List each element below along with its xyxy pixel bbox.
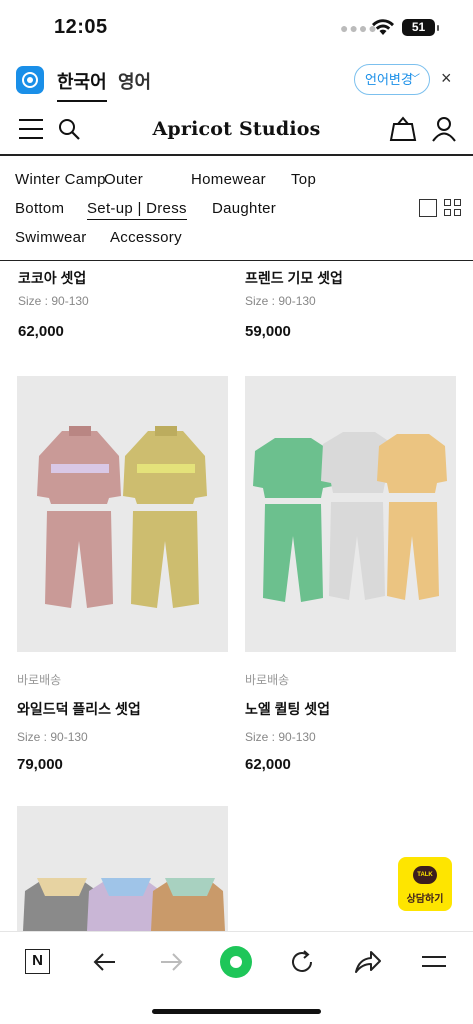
shipping-tag: 바로배송 [17, 673, 62, 687]
category-accessory[interactable]: Accessory [110, 229, 182, 246]
category-homewear[interactable]: Homewear [191, 171, 266, 188]
chat-label: 상담하기 [406, 894, 444, 905]
category-nav: Winter Camp Outer Homewear Top Bottom Se… [0, 158, 473, 261]
talk-badge: TALK [413, 866, 437, 884]
product-name[interactable]: 프렌드 기모 셋업 [245, 268, 343, 288]
language-bar: 한국어 영어 언어변경 ﹀ × [0, 58, 473, 104]
browser-toolbar: N [0, 931, 473, 1024]
home-indicator [152, 1009, 321, 1014]
category-daughter[interactable]: Daughter [212, 200, 276, 217]
category-top[interactable]: Top [291, 171, 316, 188]
status-time: 12:05 [54, 16, 108, 38]
change-language-button[interactable]: 언어변경 ﹀ [354, 64, 430, 95]
status-bar: 12:05 ●●●● 51 [0, 0, 473, 56]
wifi-icon [372, 19, 394, 35]
product-price: 59,000 [245, 323, 291, 340]
product-name[interactable]: 노엘 퀼팅 셋업 [245, 699, 456, 719]
product-image[interactable] [17, 806, 228, 931]
product-name[interactable]: 와일드덕 플리스 셋업 [17, 699, 228, 719]
chevron-down-icon: ﹀ [410, 74, 420, 85]
product-image[interactable] [17, 376, 228, 652]
product-image[interactable] [245, 376, 456, 652]
shopping-bag-icon[interactable] [389, 116, 417, 142]
translate-icon [22, 72, 38, 88]
user-account-icon[interactable] [431, 116, 457, 142]
category-bottom[interactable]: Bottom [15, 200, 64, 217]
quilted-setup-illustration [253, 432, 447, 602]
product-price: 62,000 [18, 323, 64, 340]
grid-view-icon[interactable] [444, 199, 462, 217]
single-column-view-icon[interactable] [419, 199, 437, 217]
colorblock-sweatshirt-illustration [23, 878, 225, 931]
product-size: Size : 90-130 [245, 294, 316, 308]
category-outer[interactable]: Outer [104, 171, 143, 188]
green-dot-button[interactable] [219, 945, 253, 979]
product-price: 79,000 [17, 756, 63, 773]
share-icon[interactable] [351, 945, 385, 979]
shipping-tag: 바로배송 [245, 673, 290, 687]
product-card[interactable]: 바로배송 노엘 퀼팅 셋업 Size : 90-130 62,000 [245, 376, 456, 773]
translate-app-logo [16, 66, 44, 94]
product-size: Size : 90-130 [18, 294, 89, 308]
product-card[interactable]: 바로배송 와일드덕 플리스 셋업 Size : 90-130 79,000 [17, 376, 228, 773]
close-icon[interactable]: × [441, 68, 452, 89]
battery-icon: 51 [402, 19, 439, 36]
kakao-chat-button[interactable]: TALK 상담하기 [398, 857, 452, 911]
change-language-label: 언어변경 [365, 72, 413, 87]
category-swimwear[interactable]: Swimwear [15, 229, 87, 246]
product-card[interactable] [17, 806, 228, 931]
back-arrow-icon[interactable] [88, 945, 122, 979]
product-size: Size : 90-130 [17, 730, 88, 744]
green-circle-icon [220, 946, 252, 978]
language-korean-tab[interactable]: 한국어 [57, 68, 107, 102]
site-header: Apricot Studios [0, 106, 473, 156]
product-price: 62,000 [245, 756, 291, 773]
category-winter-camp[interactable]: Winter Camp [15, 171, 106, 188]
product-size: Size : 90-130 [245, 730, 316, 744]
menu-icon[interactable] [417, 945, 451, 979]
language-english-tab[interactable]: 영어 [118, 68, 151, 94]
refresh-icon[interactable] [285, 945, 319, 979]
naver-n-icon: N [25, 949, 50, 974]
forward-arrow-icon[interactable] [154, 945, 188, 979]
category-setup-dress[interactable]: Set-up | Dress [87, 200, 187, 220]
product-name[interactable]: 코코아 셋업 [18, 268, 86, 288]
naver-home-button[interactable]: N [21, 945, 55, 979]
fleece-setup-illustration [37, 426, 207, 608]
